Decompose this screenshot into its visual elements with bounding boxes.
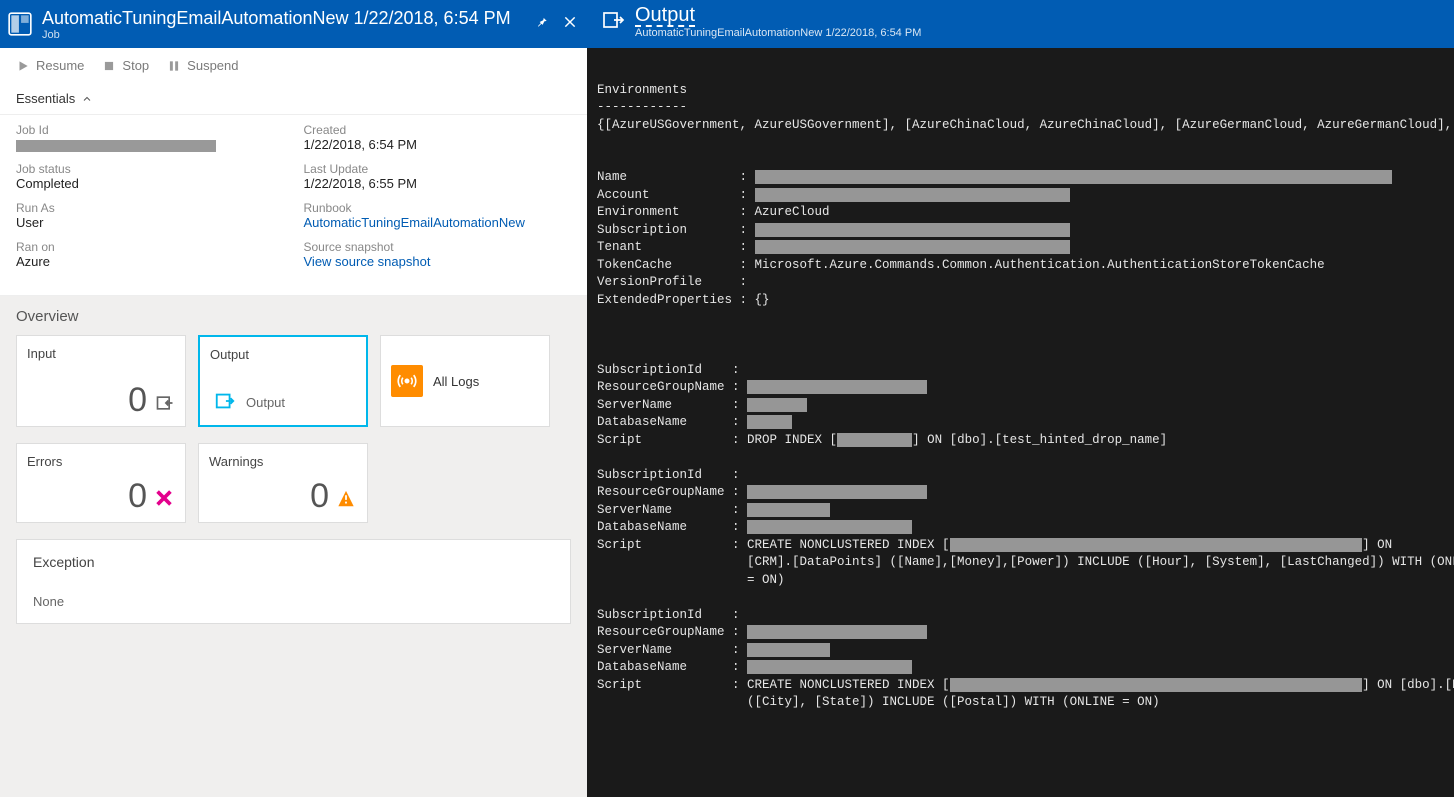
jobid-label: Job Id	[16, 123, 284, 137]
essentials-toggle-label: Essentials	[16, 91, 75, 106]
suspend-label: Suspend	[187, 58, 238, 73]
warnings-tile-label: Warnings	[209, 454, 357, 469]
pin-icon[interactable]	[535, 15, 549, 34]
errors-tile-value: 0	[128, 477, 147, 516]
suspend-button[interactable]: Suspend	[167, 58, 238, 73]
blade-title: AutomaticTuningEmailAutomationNew 1/22/2…	[42, 8, 535, 29]
output-terminal[interactable]: Environments ------------ {[AzureUSGover…	[587, 48, 1454, 797]
resume-label: Resume	[36, 58, 84, 73]
blade-subtitle: Job	[42, 29, 535, 41]
alllogs-tile[interactable]: All Logs	[380, 335, 550, 427]
created-value: 1/22/2018, 6:54 PM	[304, 137, 572, 152]
export-icon	[601, 8, 625, 35]
essentials-toggle[interactable]: Essentials	[0, 83, 587, 114]
runas-value: User	[16, 215, 284, 230]
warning-icon	[335, 487, 357, 512]
errors-tile[interactable]: Errors 0	[16, 443, 186, 523]
left-header: AutomaticTuningEmailAutomationNew 1/22/2…	[0, 0, 587, 48]
broadcast-icon	[391, 365, 423, 397]
sourcesnapshot-label: Source snapshot	[304, 240, 572, 254]
exception-title: Exception	[33, 554, 554, 570]
job-blade: AutomaticTuningEmailAutomationNew 1/22/2…	[0, 0, 587, 797]
jobid-value	[16, 137, 284, 152]
output-blade: Output AutomaticTuningEmailAutomationNew…	[587, 0, 1454, 797]
stop-button[interactable]: Stop	[102, 58, 149, 73]
jobstatus-value: Completed	[16, 176, 284, 191]
exception-box: Exception None	[16, 539, 571, 624]
output-tile-sublabel: Output	[246, 395, 285, 410]
errors-tile-label: Errors	[27, 454, 175, 469]
created-label: Created	[304, 123, 572, 137]
right-title: Output	[635, 4, 921, 27]
chevron-up-icon	[81, 93, 93, 105]
ranon-value: Azure	[16, 254, 284, 269]
close-icon[interactable]	[563, 15, 577, 34]
output-tile-label: Output	[210, 347, 356, 362]
warnings-tile[interactable]: Warnings 0	[198, 443, 368, 523]
lastupdate-label: Last Update	[304, 162, 572, 176]
input-tile[interactable]: Input 0	[16, 335, 186, 427]
alllogs-tile-label: All Logs	[433, 374, 479, 389]
import-icon	[155, 393, 175, 416]
input-tile-label: Input	[27, 346, 175, 361]
output-tile[interactable]: Output Output	[198, 335, 368, 427]
runas-label: Run As	[16, 201, 284, 215]
warnings-tile-value: 0	[310, 477, 329, 516]
right-header: Output AutomaticTuningEmailAutomationNew…	[587, 0, 1454, 48]
right-subtitle: AutomaticTuningEmailAutomationNew 1/22/2…	[635, 27, 921, 39]
input-tile-value: 0	[128, 381, 147, 420]
overview-section: Overview Input 0 Output Output	[0, 296, 587, 797]
essentials-panel: Job Id Job status Completed Run As User …	[0, 114, 587, 296]
resume-button[interactable]: Resume	[16, 58, 84, 73]
jobstatus-label: Job status	[16, 162, 284, 176]
job-toolbar: Resume Stop Suspend	[0, 48, 587, 83]
blade-icon	[6, 10, 34, 38]
error-icon	[153, 487, 175, 512]
overview-title: Overview	[16, 308, 571, 325]
stop-label: Stop	[122, 58, 149, 73]
lastupdate-value: 1/22/2018, 6:55 PM	[304, 176, 572, 191]
runbook-label: Runbook	[304, 201, 572, 215]
ranon-label: Ran on	[16, 240, 284, 254]
exception-value: None	[33, 594, 554, 609]
sourcesnapshot-link[interactable]: View source snapshot	[304, 254, 572, 269]
runbook-link[interactable]: AutomaticTuningEmailAutomationNew	[304, 215, 572, 230]
export-icon	[214, 390, 236, 415]
